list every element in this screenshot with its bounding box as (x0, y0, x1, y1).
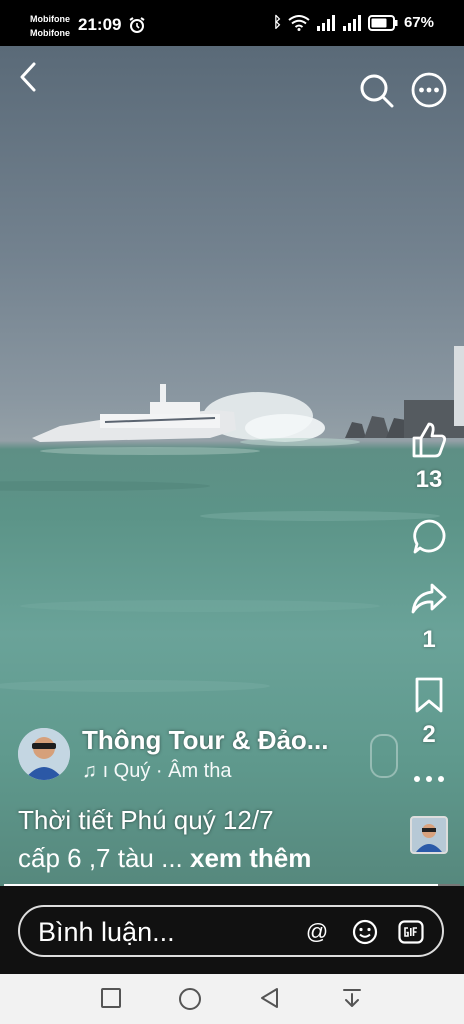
notification-pulldown-button[interactable] (341, 987, 363, 1009)
caption-line-2: cấp 6 ,7 tàu ... xem thêm (18, 843, 311, 874)
recent-apps-button[interactable] (100, 987, 122, 1009)
comment-input[interactable]: Bình luận... @ (18, 905, 444, 957)
author-avatar[interactable] (18, 728, 70, 780)
gif-icon[interactable] (398, 919, 424, 945)
status-icons: ᛒ 67% (273, 14, 434, 31)
more-actions-button[interactable] (412, 774, 446, 784)
music-info[interactable]: ♫ ı Quý · Âm tha (82, 760, 232, 783)
back-button[interactable] (16, 60, 42, 94)
see-more-link[interactable]: xem thêm (190, 843, 311, 873)
signal-icon-2 (342, 14, 361, 31)
caption-text-2: cấp 6 ,7 tàu ... (18, 843, 190, 873)
search-button[interactable] (358, 72, 396, 110)
save-button[interactable] (414, 676, 444, 714)
signal-icon-1 (316, 14, 335, 31)
bluetooth-icon: ᛒ (272, 14, 282, 31)
like-count: 13 (415, 466, 443, 493)
wifi-icon (288, 14, 310, 31)
music-title: ı Quý · Âm tha (102, 760, 232, 782)
mention-icon[interactable]: @ (304, 919, 330, 945)
swipe-hint (370, 734, 398, 778)
carrier-1: Mobifone (30, 14, 70, 24)
status-bar: Mobifone Mobifone 21:09 ᛒ 67% (0, 0, 464, 46)
emoji-icon[interactable] (352, 919, 378, 945)
clock: 21:09 (78, 15, 122, 34)
share-count: 1 (422, 626, 436, 653)
back-nav-button[interactable] (259, 987, 281, 1009)
battery-icon (367, 14, 398, 31)
alarm-icon (129, 17, 145, 33)
author-name[interactable]: Thông Tour & Đảo... (82, 725, 328, 756)
person-icon (18, 728, 70, 780)
save-count: 2 (422, 721, 436, 748)
person-icon (412, 818, 446, 852)
music-note-icon: ♫ (82, 760, 103, 782)
music-disc-avatar[interactable] (410, 816, 448, 854)
comment-placeholder: Bình luận... (38, 917, 175, 947)
battery-percent: 67% (403, 14, 434, 31)
share-button[interactable] (410, 580, 448, 616)
more-options-button[interactable] (410, 71, 448, 109)
caption-line-1: Thời tiết Phú quý 12/7 (18, 805, 274, 835)
home-button[interactable] (178, 987, 202, 1011)
comment-button[interactable] (411, 518, 447, 556)
like-button[interactable] (410, 420, 448, 460)
system-navigation-bar (0, 974, 464, 1024)
carrier-2: Mobifone (30, 28, 70, 38)
